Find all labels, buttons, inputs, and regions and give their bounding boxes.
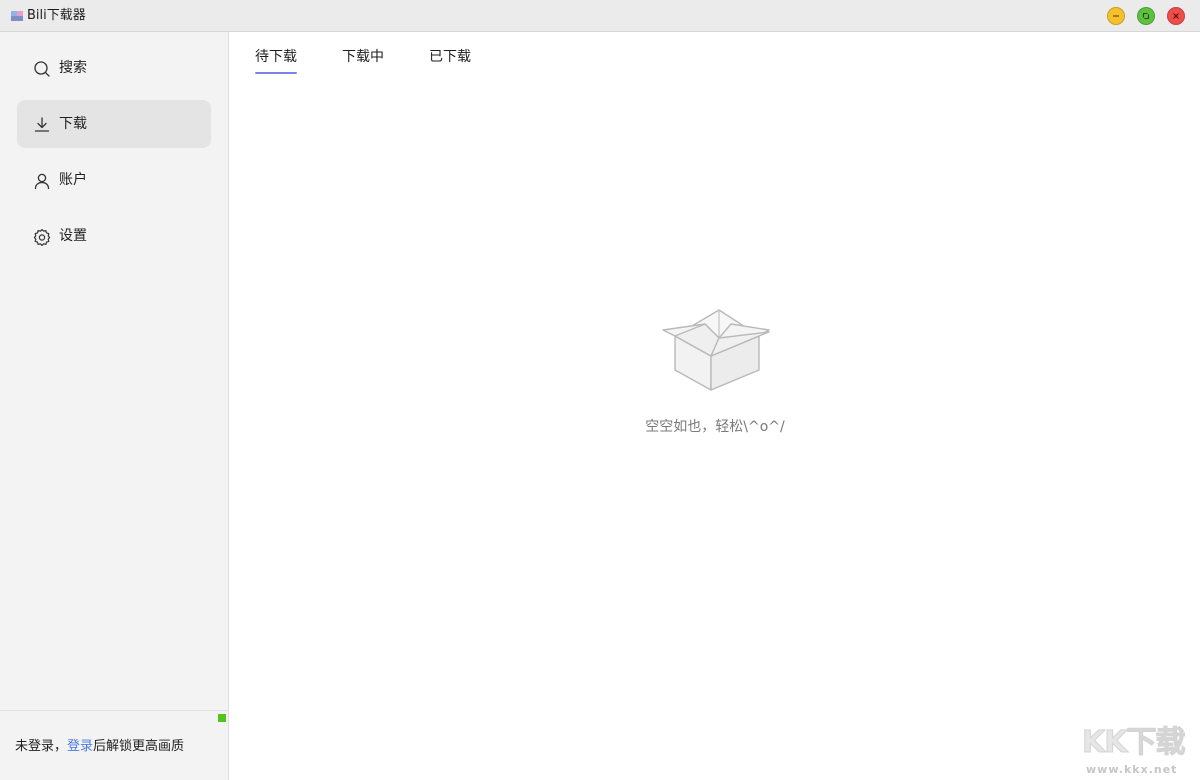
tab-downloaded[interactable]: 已下载 [429,48,471,76]
tab-label: 下载中 [342,49,384,65]
tab-downloading[interactable]: 下载中 [342,48,384,76]
gear-icon [33,228,51,246]
maximize-icon [1142,12,1150,20]
window-title: Bili下载器 [27,8,86,23]
download-icon [34,117,50,132]
status-indicator [218,714,226,722]
main-panel: 待下载 下载中 已下载 空空如也，轻松\^o^/ [230,32,1200,780]
watermark-url: www.kkx.net [1086,763,1178,776]
title-bar: Bili下载器 [0,0,1200,32]
sidebar-divider [0,710,228,711]
watermark-logo: KK下载 [1082,725,1186,761]
sidebar-item-search[interactable]: 搜索 [17,44,211,92]
watermark: KK下载 www.kkx.net [1080,725,1198,777]
sidebar-item-label: 账户 [59,172,87,188]
tab-label: 待下载 [255,49,297,65]
maximize-button[interactable] [1137,7,1155,25]
search-icon [34,61,50,77]
app-logo-icon [11,11,23,21]
login-hint-prefix: 未登录， [15,739,68,754]
sidebar: 搜索 下载 账户 设置 未登录，登录后解锁更高画质 [0,32,229,780]
empty-box-icon [662,309,770,391]
sidebar-item-label: 搜索 [59,60,87,76]
close-button[interactable] [1167,7,1185,25]
sidebar-item-label: 设置 [59,228,87,244]
user-icon [34,173,50,190]
tab-label: 已下载 [429,49,471,65]
tab-pending[interactable]: 待下载 [255,48,297,76]
login-hint: 未登录，登录后解锁更高画质 [15,738,184,755]
sidebar-item-settings[interactable]: 设置 [17,212,211,260]
login-hint-suffix: 后解锁更高画质 [93,739,185,754]
empty-state-text: 空空如也，轻松\^o^/ [645,419,785,435]
minimize-button[interactable] [1107,7,1125,25]
minimize-icon [1113,15,1119,17]
sidebar-item-account[interactable]: 账户 [17,156,211,204]
sidebar-item-download[interactable]: 下载 [17,100,211,148]
close-icon [1173,13,1179,19]
active-tab-indicator [255,72,297,74]
sidebar-item-label: 下载 [59,116,87,132]
login-link[interactable]: 登录 [67,739,93,754]
